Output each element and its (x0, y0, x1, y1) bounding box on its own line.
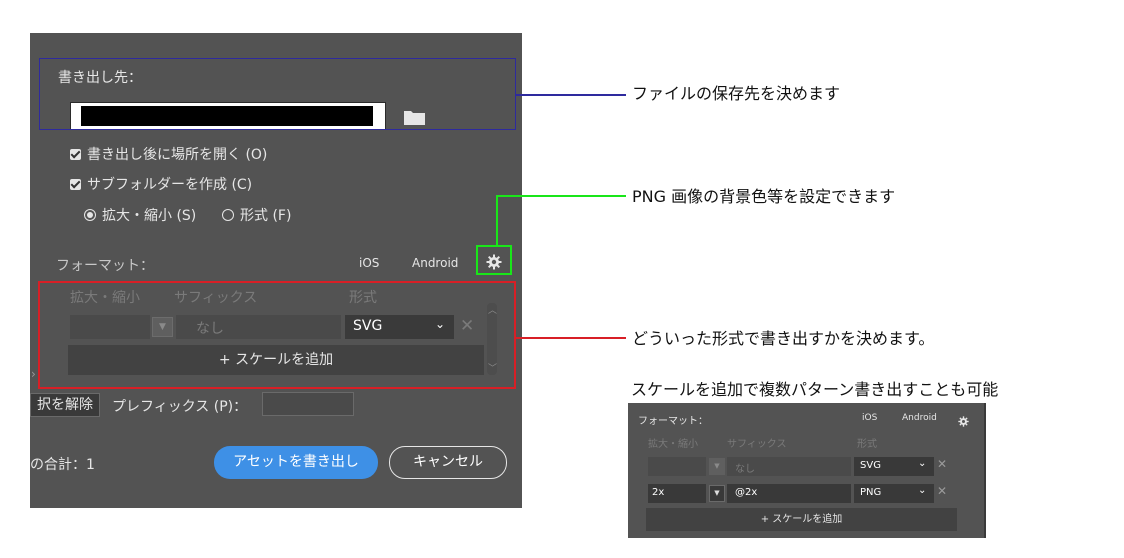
android-preset-button[interactable]: Android (412, 256, 458, 270)
mini-row2-scale: 2x (652, 487, 665, 498)
export-assets-button[interactable]: アセットを書き出し (214, 446, 378, 479)
checkbox-checked-icon[interactable] (70, 178, 81, 190)
format-highlight-box (38, 281, 516, 389)
scale-radio-option[interactable]: 拡大・縮小 (S) (84, 205, 196, 225)
mini-row1-scale-input[interactable] (648, 457, 706, 476)
scale-radio-label: 拡大・縮小 (S) (102, 208, 197, 224)
mini-col-scale-header: 拡大・縮小 (648, 439, 698, 450)
mini-row1-suffix: なし (735, 464, 755, 475)
mini-row1-dropdown-arrow-icon[interactable]: ▼ (709, 458, 725, 475)
mini-panel-edge (984, 403, 986, 538)
mini-row2-format: PNG (860, 487, 882, 498)
radio-unselected-icon[interactable] (222, 209, 234, 221)
gear-callout-line-v (496, 195, 498, 245)
mini-gear-icon[interactable] (958, 412, 969, 427)
mini-col-format-header: 形式 (857, 439, 877, 450)
mini-row1-remove-icon[interactable]: ✕ (937, 457, 947, 471)
mini-row2-format-select[interactable]: PNG ⌄ (854, 484, 934, 503)
destination-highlight-box (39, 58, 516, 130)
mini-row1-format-select[interactable]: SVG ⌄ (854, 457, 934, 476)
cancel-button[interactable]: キャンセル (389, 446, 507, 479)
checkbox-checked-icon[interactable] (70, 148, 81, 160)
destination-callout-line (516, 94, 626, 96)
callout-png-background: PNG 画像の背景色等を設定できます (632, 187, 896, 206)
prefix-input[interactable] (262, 392, 354, 416)
format-callout-line (516, 337, 626, 339)
mini-row1-format: SVG (860, 460, 881, 471)
mini-col-suffix-header: サフィックス (727, 439, 787, 450)
collapse-arrow-icon[interactable]: › (31, 367, 36, 381)
callout-add-scale-note: スケールを追加で複数パターン書き出すことも可能 (631, 380, 999, 399)
callout-format-choice: どういった形式で書き出すかを決めます。 (632, 329, 935, 348)
gear-highlight-box (476, 245, 512, 275)
chevron-down-icon: ⌄ (918, 485, 927, 496)
mini-ios-button[interactable]: iOS (862, 413, 877, 423)
mini-row2-suffix: @2x (735, 487, 758, 498)
gear-callout-line-h (496, 195, 626, 197)
prefix-label: プレフィックス (P)： (112, 399, 248, 415)
open-after-export-label: 書き出し後に場所を開く (O) (87, 147, 268, 163)
format-radio-option[interactable]: 形式 (F) (222, 205, 291, 225)
mini-row2-suffix-input[interactable]: @2x (727, 484, 851, 503)
chevron-down-icon: ⌄ (918, 458, 927, 469)
open-after-export-option[interactable]: 書き出し後に場所を開く (O) (70, 144, 267, 164)
mini-add-scale-button[interactable]: + スケールを追加 (646, 508, 957, 531)
mini-row2-remove-icon[interactable]: ✕ (937, 484, 947, 498)
create-subfolder-option[interactable]: サブフォルダーを作成 (C) (70, 174, 252, 194)
create-subfolder-label: サブフォルダーを作成 (C) (87, 177, 253, 193)
mini-row1-suffix-input[interactable]: なし (727, 457, 851, 476)
callout-save-destination: ファイルの保存先を決めます (632, 84, 841, 103)
mini-row2-scale-input[interactable]: 2x (648, 484, 706, 503)
mini-format-label: フォーマット： (638, 416, 708, 427)
mini-android-button[interactable]: Android (902, 413, 937, 423)
mini-row2-dropdown-arrow-icon[interactable]: ▼ (709, 485, 725, 502)
format-radio-label: 形式 (F) (240, 208, 292, 224)
total-count: の合計：1 (30, 457, 95, 473)
radio-selected-icon[interactable] (84, 209, 96, 221)
ios-preset-button[interactable]: iOS (359, 256, 379, 270)
format-label: フォーマット： (56, 258, 154, 274)
deselect-button[interactable]: 択を解除 (30, 393, 100, 417)
